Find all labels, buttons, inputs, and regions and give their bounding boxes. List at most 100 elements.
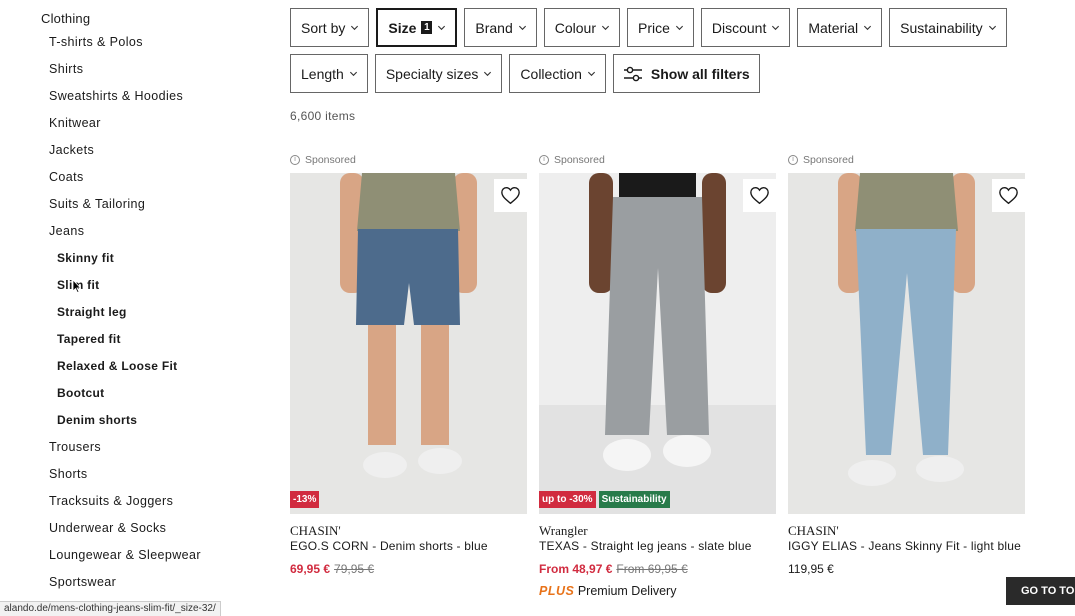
sponsored-label: i Sponsored [290, 153, 527, 167]
wishlist-button[interactable] [494, 179, 527, 212]
product-tags: up to -30% Sustainability [539, 491, 670, 508]
sidebar-item-sweatshirts-and-hoodies[interactable]: Sweatshirts & Hoodies [49, 89, 201, 116]
chevron-down-icon [772, 25, 780, 31]
filter-bar-primary: Sort by Size 1 Brand Colour Price Discount Mate… [290, 8, 1007, 47]
sidebar-item-shorts[interactable]: Shorts [49, 467, 201, 494]
sidebar-item-t-shirts-and-polos[interactable]: T-shirts & Polos [49, 35, 201, 62]
product-price: 119,95 € [788, 562, 834, 576]
product-brand: Wrangler [539, 523, 588, 538]
filter-sustainability-button[interactable]: Sustainability [889, 8, 1007, 47]
filter-brand-button[interactable]: Brand [464, 8, 537, 47]
sidebar-item-tracksuits-and-joggers[interactable]: Tracksuits & Joggers [49, 494, 201, 521]
product-name[interactable]: IGGY ELIAS - Jeans Skinny Fit - light bl… [788, 539, 1021, 553]
filter-sort-by-button[interactable]: Sort by [290, 8, 370, 47]
filter-label: Specialty sizes [385, 65, 479, 82]
sidebar-item-suits-and-tailoring[interactable]: Suits & Tailoring [49, 197, 201, 224]
filter-label: Discount [711, 19, 767, 36]
sidebar-item-shirts[interactable]: Shirts [49, 62, 201, 89]
sponsored-label: i Sponsored [539, 153, 776, 167]
info-icon[interactable]: i [788, 155, 798, 165]
mouse-cursor-icon [72, 279, 82, 293]
original-price: From 69,95 € [616, 562, 688, 576]
go-to-top-button[interactable]: GO TO TOP [1006, 577, 1075, 605]
sale-price: From 48,97 € [539, 562, 613, 576]
wishlist-button[interactable] [743, 179, 776, 212]
filter-label: Price [637, 19, 670, 36]
filter-label: Length [301, 65, 344, 82]
product-price: From 48,97 € From 69,95 € [539, 562, 688, 576]
chevron-down-icon [484, 71, 492, 77]
show-all-filters-button[interactable]: Show all filters [612, 54, 760, 93]
category-root-clothing[interactable]: Clothing [41, 11, 90, 26]
filter-label: Collection [520, 65, 582, 82]
info-icon[interactable]: i [290, 155, 300, 165]
product-tags: -13% [290, 491, 320, 508]
filter-size-button[interactable]: Size 1 [376, 8, 458, 47]
product-brand: CHASIN' [290, 523, 341, 538]
chevron-down-icon [864, 25, 872, 31]
product-card[interactable]: i Sponsored CHASIN' IGGY ELIAS - Jeans Skin… [788, 153, 1025, 576]
info-icon[interactable]: i [539, 155, 549, 165]
product-image-shorts[interactable] [290, 173, 527, 514]
wishlist-button[interactable] [992, 179, 1025, 212]
sidebar-item-relaxed-and-loose-fit[interactable]: Relaxed & Loose Fit [49, 359, 201, 386]
filter-length-button[interactable]: Length [290, 54, 368, 93]
sponsored-label: i Sponsored [788, 153, 1025, 167]
product-name[interactable]: TEXAS - Straight leg jeans - slate blue [539, 539, 752, 553]
item-count: 6,600 items [290, 109, 356, 123]
heart-icon [999, 187, 1018, 205]
sidebar-item-straight-leg[interactable]: Straight leg [49, 305, 201, 332]
chevron-down-icon [351, 25, 359, 31]
product-image-container[interactable] [788, 173, 1025, 514]
sidebar-item-bootcut[interactable]: Bootcut [49, 386, 201, 413]
sidebar-item-jackets[interactable]: Jackets [49, 143, 201, 170]
product-price: 69,95 €79,95 € [290, 562, 374, 576]
filter-price-button[interactable]: Price [626, 8, 694, 47]
filter-label: Brand [475, 19, 513, 36]
sidebar-item-tapered-fit[interactable]: Tapered fit [49, 332, 201, 359]
regular-price: 119,95 € [788, 562, 834, 576]
sidebar-item-knitwear[interactable]: Knitwear [49, 116, 201, 143]
sidebar-item-sportswear[interactable]: Sportswear [49, 575, 201, 602]
sidebar-item-coats[interactable]: Coats [49, 170, 201, 197]
sidebar-item-underwear-and-socks[interactable]: Underwear & Socks [49, 521, 201, 548]
filter-label: Sustainability [900, 19, 983, 36]
product-image-container[interactable]: -13% [290, 173, 527, 514]
sponsored-text: Sponsored [803, 154, 854, 166]
filter-label: Material [808, 19, 859, 36]
filter-label: Colour [554, 19, 596, 36]
premium-delivery-text: Premium Delivery [577, 584, 677, 598]
filter-colour-button[interactable]: Colour [543, 8, 620, 47]
discount-tag: up to -30% [539, 491, 596, 508]
product-image-skinny[interactable] [788, 173, 1025, 514]
sidebar-item-denim-shorts[interactable]: Denim shorts [49, 413, 201, 440]
sidebar-item-trousers[interactable]: Trousers [49, 440, 201, 467]
plus-premium-delivery: PLUS Premium Delivery [539, 584, 676, 598]
chevron-down-icon [438, 25, 446, 31]
sustainability-tag: Sustainability [598, 491, 670, 508]
product-image-container[interactable]: up to -30% Sustainability [539, 173, 776, 514]
product-image-straight[interactable] [539, 173, 776, 514]
product-card[interactable]: i Sponsored up to -30% Sustainability Wrangl… [539, 153, 776, 598]
product-card[interactable]: i Sponsored -13% CHASIN' EGO.S CORN - Denim … [290, 153, 527, 576]
category-sidebar: Clothing T-shirts & Polos Shirts Sweatshir… [0, 0, 270, 616]
chevron-down-icon [988, 25, 996, 31]
product-name[interactable]: EGO.S CORN - Denim shorts - blue [290, 539, 488, 553]
chevron-down-icon [349, 71, 357, 77]
filter-material-button[interactable]: Material [797, 8, 883, 47]
chevron-down-icon [518, 25, 526, 31]
heart-icon [501, 187, 520, 205]
sidebar-item-loungewear-and-sleepwear[interactable]: Loungewear & Sleepwear [49, 548, 201, 575]
status-bar-url: alando.de/mens-clothing-jeans-slim-fit/_… [0, 601, 221, 616]
heart-icon [750, 187, 769, 205]
filter-collection-button[interactable]: Collection [509, 54, 606, 93]
product-brand: CHASIN' [788, 523, 839, 538]
filter-discount-button[interactable]: Discount [700, 8, 791, 47]
filter-specialty-sizes-button[interactable]: Specialty sizes [374, 54, 503, 93]
sidebar-item-jeans[interactable]: Jeans [49, 224, 201, 251]
filter-sliders-icon [623, 66, 642, 81]
sidebar-item-skinny-fit[interactable]: Skinny fit [49, 251, 201, 278]
chevron-down-icon [601, 25, 610, 31]
chevron-down-icon [587, 71, 595, 77]
discount-tag: -13% [290, 491, 320, 508]
